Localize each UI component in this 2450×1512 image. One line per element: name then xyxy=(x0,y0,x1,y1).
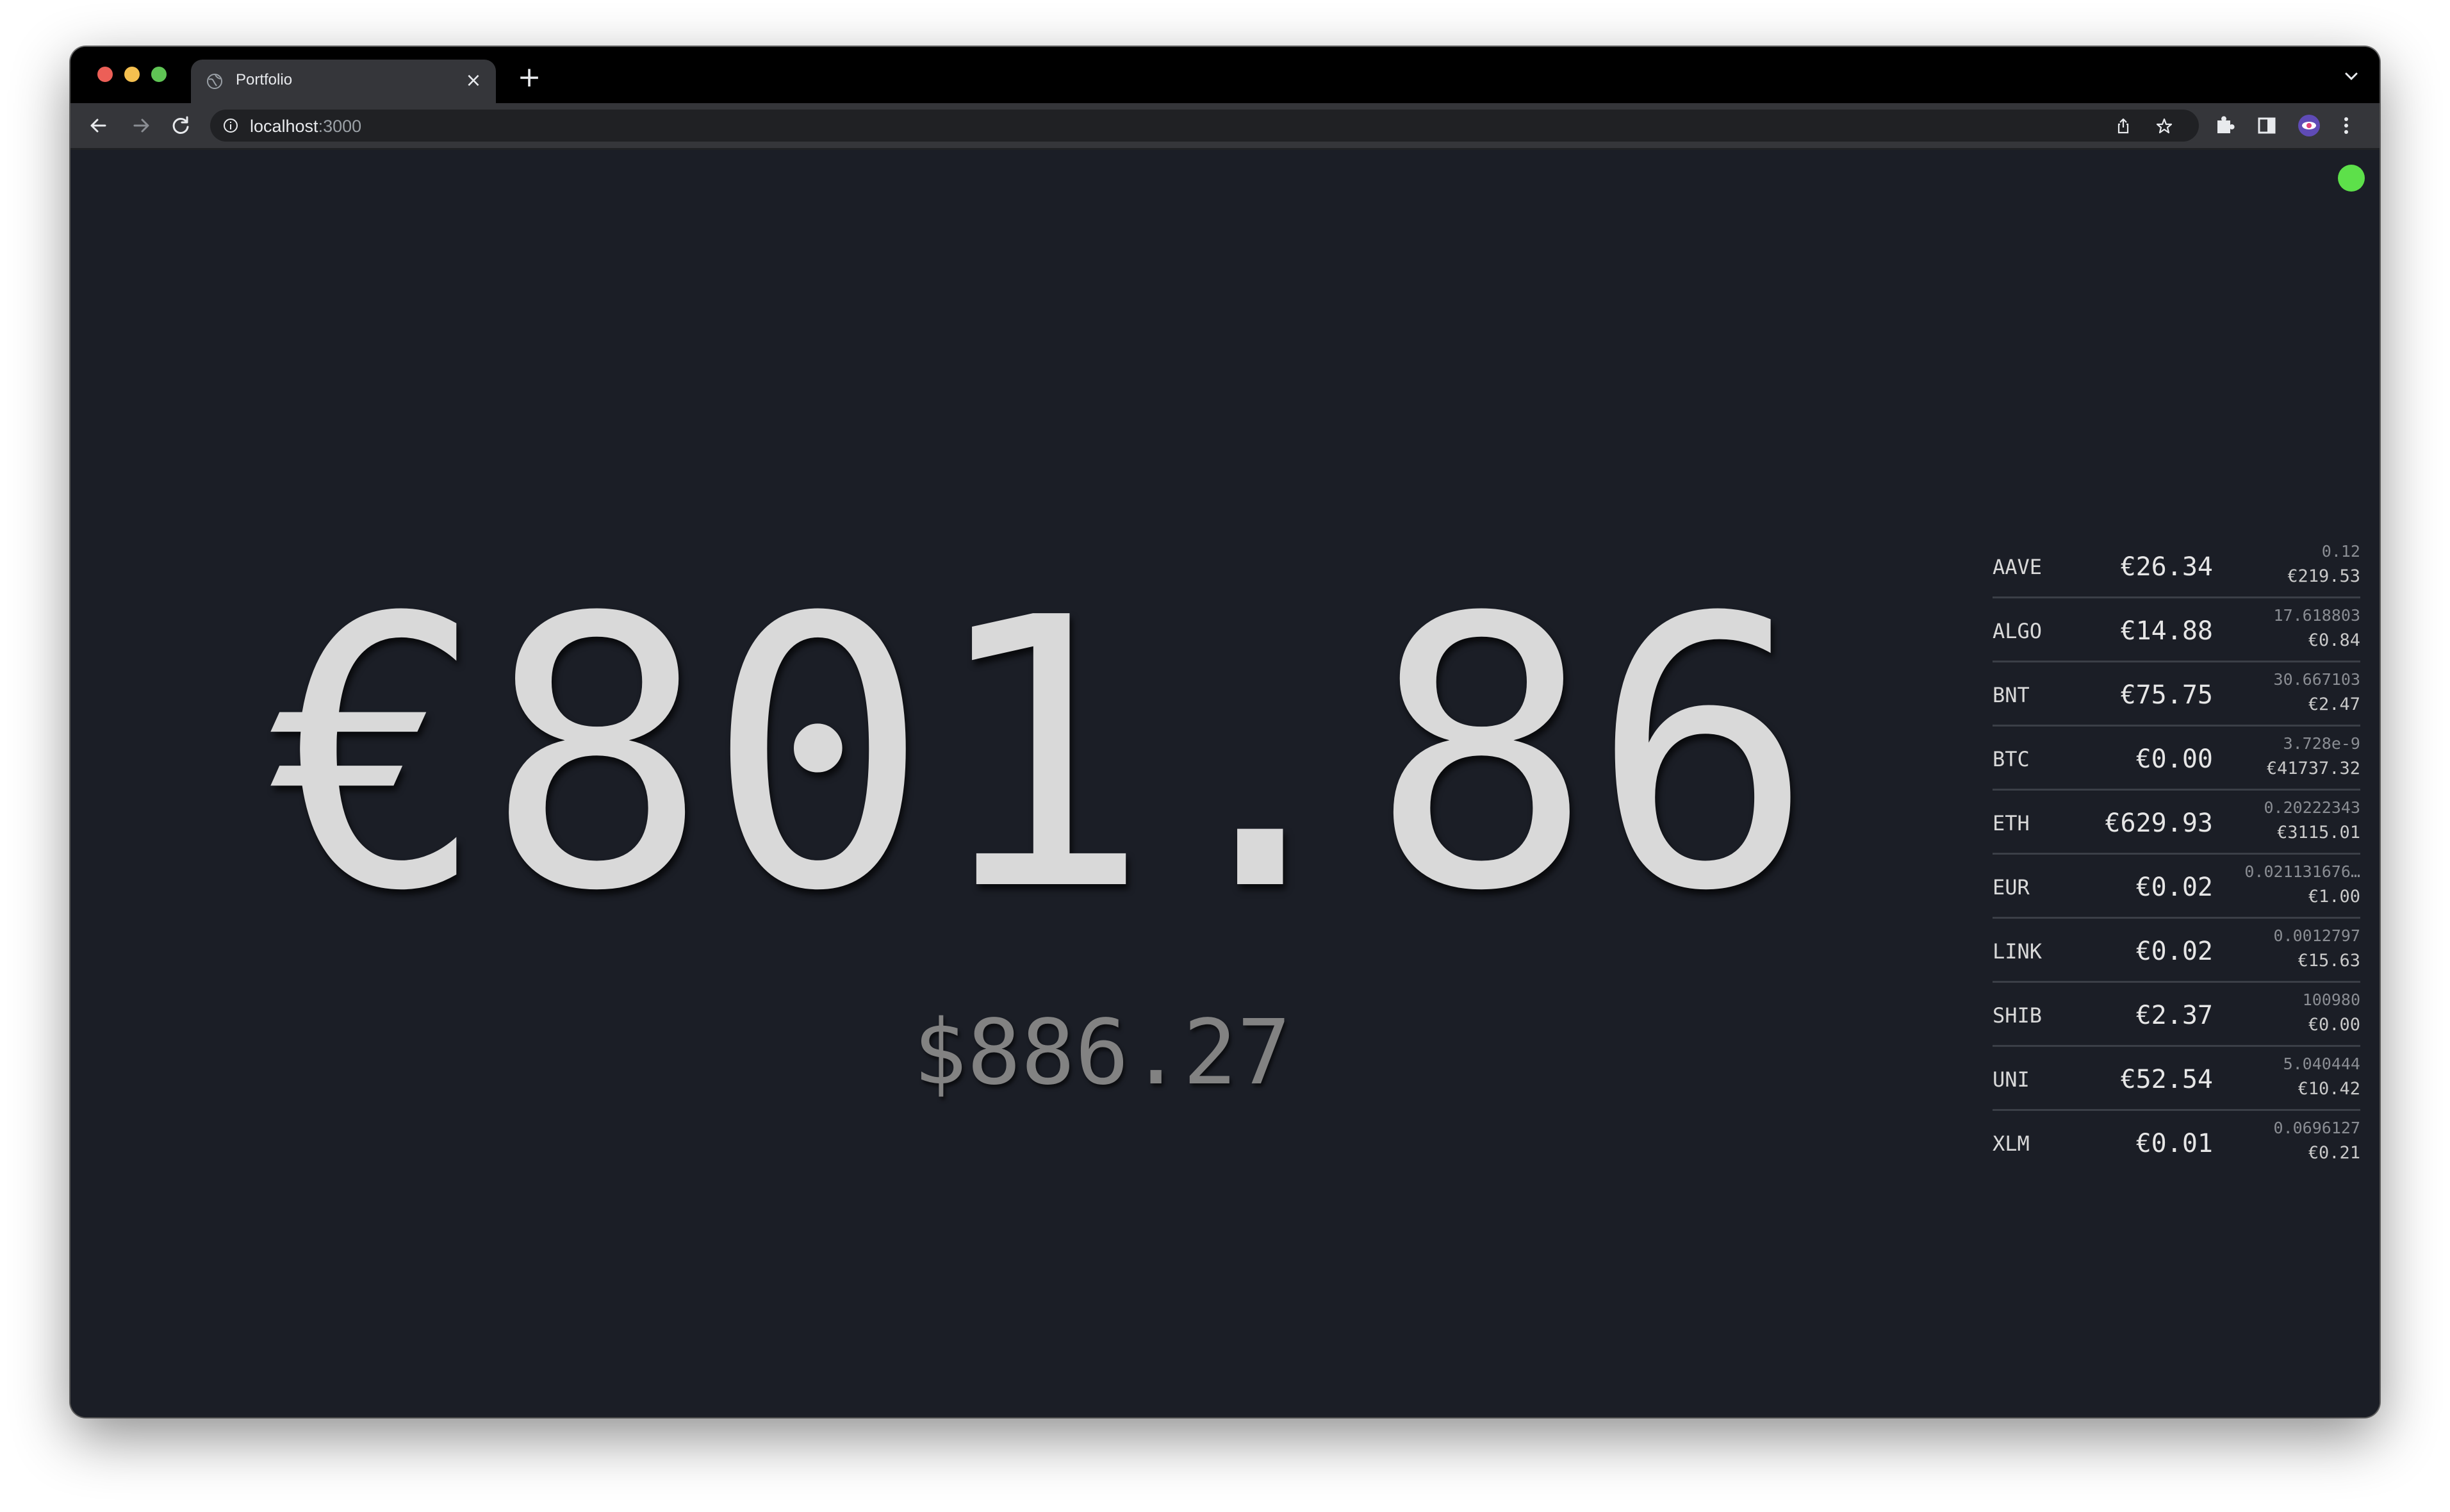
holding-price: €10.42 xyxy=(2298,1079,2360,1099)
holding-value: €14.88 xyxy=(2120,616,2214,646)
holding-quantity: 5.040444 xyxy=(2283,1055,2360,1073)
new-tab-button[interactable]: + xyxy=(513,61,546,94)
holding-value: €0.01 xyxy=(2135,1129,2213,1158)
holding-price: €2.47 xyxy=(2308,694,2360,714)
holding-price: €41737.32 xyxy=(2266,759,2360,778)
holding-symbol: XLM xyxy=(1993,1131,2030,1156)
info-icon[interactable] xyxy=(223,118,238,133)
url-host: localhost xyxy=(250,117,318,136)
holding-symbol: AAVE xyxy=(1993,555,2043,579)
holding-row: ETH €629.93 0.20222343 €3115.01 xyxy=(1993,791,2360,855)
holding-row: XLM €0.01 0.0696127 €0.21 xyxy=(1993,1111,2360,1175)
tab-strip: Portfolio × + xyxy=(70,47,2380,103)
holding-quantity: 17.618803 xyxy=(2273,606,2360,625)
holding-symbol: UNI xyxy=(1993,1067,2030,1092)
holding-quantity: 0.021131676… xyxy=(2244,862,2360,881)
holding-symbol: BTC xyxy=(1993,747,2030,771)
maximize-window-button[interactable] xyxy=(151,67,167,82)
holding-quantity: 3.728e-9 xyxy=(2283,734,2360,753)
holding-symbol: ALGO xyxy=(1993,619,2043,643)
kebab-menu-icon[interactable] xyxy=(2332,111,2360,140)
holding-row: UNI €52.54 5.040444 €10.42 xyxy=(1993,1047,2360,1111)
puzzle-icon[interactable] xyxy=(2210,111,2239,140)
minimize-window-button[interactable] xyxy=(124,67,140,82)
holding-quantity: 0.0012797 xyxy=(2273,926,2360,945)
holding-value: €0.02 xyxy=(2135,873,2213,902)
url-text: localhost:3000 xyxy=(250,117,361,136)
holding-row: LINK €0.02 0.0012797 €15.63 xyxy=(1993,919,2360,983)
holding-quantity: 100980 xyxy=(2302,990,2360,1009)
tab-title: Portfolio xyxy=(236,71,293,88)
globe-icon xyxy=(207,74,222,89)
browser-toolbar: localhost:3000 xyxy=(70,103,2380,150)
holding-row: ALGO €14.88 17.618803 €0.84 xyxy=(1993,598,2360,662)
holding-value: €0.00 xyxy=(2135,744,2213,774)
address-bar[interactable]: localhost:3000 xyxy=(210,110,2199,142)
holding-price: €1.00 xyxy=(2308,887,2360,907)
holding-price: €15.63 xyxy=(2298,951,2360,971)
holding-symbol: BNT xyxy=(1993,683,2030,707)
holding-row: BTC €0.00 3.728e-9 €41737.32 xyxy=(1993,727,2360,791)
holding-price: €0.00 xyxy=(2308,1015,2360,1035)
chevron-down-icon[interactable] xyxy=(2339,63,2364,89)
holding-quantity: 0.0696127 xyxy=(2273,1119,2360,1137)
arrow-left-icon[interactable] xyxy=(85,111,113,140)
side-panel-icon[interactable] xyxy=(2253,111,2281,140)
holding-value: €75.75 xyxy=(2120,680,2214,710)
holding-row: SHIB €2.37 100980 €0.00 xyxy=(1993,983,2360,1047)
reload-icon[interactable] xyxy=(167,111,195,140)
profile-icon[interactable] xyxy=(2295,111,2323,140)
url-port: :3000 xyxy=(318,117,362,136)
holding-value: €2.37 xyxy=(2135,1001,2213,1030)
holding-value: €26.34 xyxy=(2120,552,2214,582)
holding-quantity: 0.20222343 xyxy=(2264,798,2360,817)
holding-symbol: EUR xyxy=(1993,875,2030,900)
holding-symbol: LINK xyxy=(1993,939,2043,964)
tab-portfolio[interactable]: Portfolio × xyxy=(191,60,496,103)
holding-price: €0.84 xyxy=(2308,630,2360,650)
holding-symbol: SHIB xyxy=(1993,1003,2043,1028)
holdings-list: AAVE €26.34 0.12 €219.53 ALGO €14.88 17.… xyxy=(1993,534,2360,1175)
holding-value: €52.54 xyxy=(2120,1065,2214,1094)
holding-quantity: 0.12 xyxy=(2321,542,2360,561)
close-window-button[interactable] xyxy=(97,67,113,82)
holding-row: AAVE €26.34 0.12 €219.53 xyxy=(1993,534,2360,598)
holding-price: €0.21 xyxy=(2308,1143,2360,1163)
holding-row: BNT €75.75 30.667103 €2.47 xyxy=(1993,662,2360,727)
portfolio-total-usd: $886.27 xyxy=(912,1001,1291,1105)
portfolio-total-eur: €801.86 xyxy=(263,539,1814,972)
browser-window: Portfolio × + localhost:3000 €801.86 $88… xyxy=(70,47,2380,1417)
holding-symbol: ETH xyxy=(1993,811,2030,835)
share-icon[interactable] xyxy=(2114,117,2132,135)
star-icon[interactable] xyxy=(2155,117,2173,135)
page-content: €801.86 $886.27 AAVE €26.34 0.12 €219.53… xyxy=(70,150,2380,1417)
connection-status-indicator xyxy=(2338,165,2365,192)
holding-value: €0.02 xyxy=(2135,937,2213,966)
holding-quantity: 30.667103 xyxy=(2273,670,2360,689)
holding-price: €3115.01 xyxy=(2276,823,2360,842)
holding-value: €629.93 xyxy=(2105,809,2213,838)
arrow-right-icon[interactable] xyxy=(127,111,155,140)
holding-price: €219.53 xyxy=(2287,566,2360,586)
tab-close-button[interactable]: × xyxy=(463,70,484,92)
holding-row: EUR €0.02 0.021131676… €1.00 xyxy=(1993,855,2360,919)
